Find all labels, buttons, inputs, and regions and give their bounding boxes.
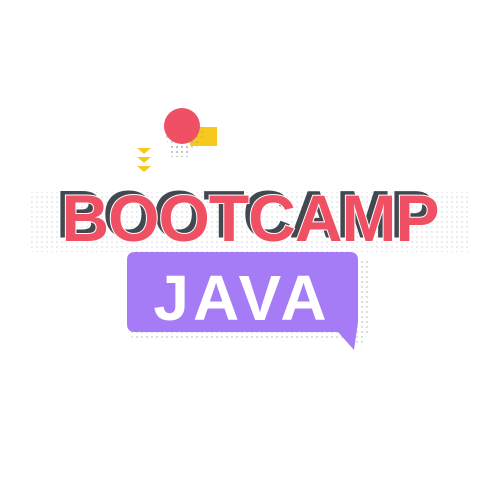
headline-text: BOOTCAMP [61,180,441,256]
headline: BOOTCAMP BOOTCAMP [0,177,500,258]
bubble-text: JAVA [153,262,331,334]
speech-bubble: JAVA [127,252,363,356]
bootcamp-java-graphic: BOOTCAMP BOOTCAMP JAVA [0,0,500,500]
dotted-patch [168,143,188,157]
chevron-down-arrows-icon [137,148,151,172]
